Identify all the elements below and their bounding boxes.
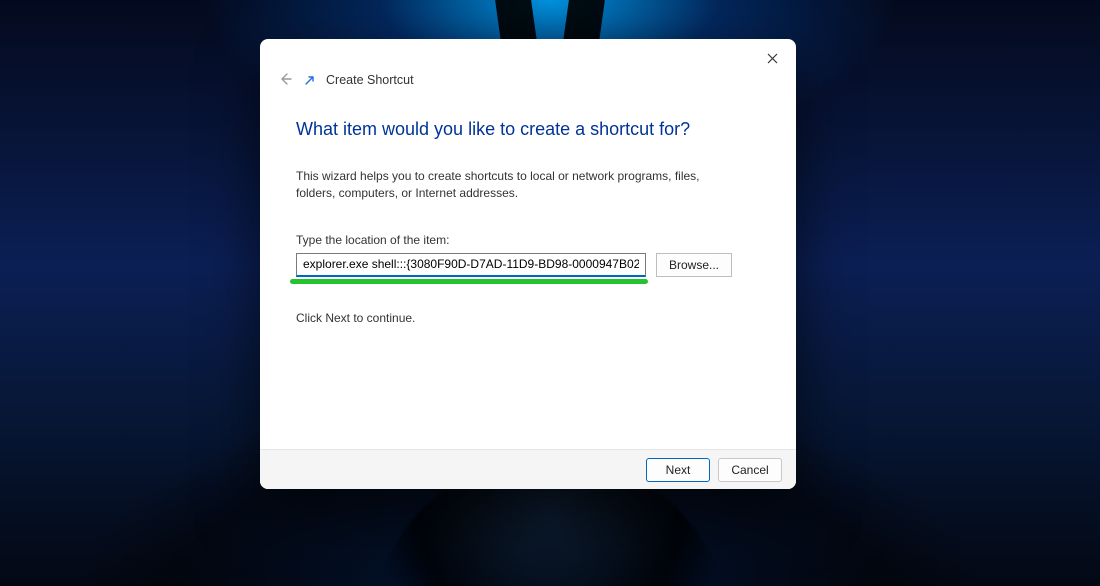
close-icon (767, 51, 778, 67)
cancel-button[interactable]: Cancel (718, 458, 782, 482)
dialog-body: What item would you like to create a sho… (260, 89, 796, 449)
create-shortcut-dialog: Create Shortcut What item would you like… (260, 39, 796, 489)
next-button[interactable]: Next (646, 458, 710, 482)
dialog-footer: Next Cancel (260, 449, 796, 489)
annotation-highlight (290, 279, 648, 284)
dialog-description: This wizard helps you to create shortcut… (296, 168, 726, 203)
browse-button[interactable]: Browse... (656, 253, 732, 277)
item-location-input[interactable] (296, 253, 646, 277)
dialog-title: Create Shortcut (326, 73, 414, 87)
back-button[interactable] (276, 71, 294, 89)
item-location-label: Type the location of the item: (296, 233, 760, 247)
arrow-left-icon (278, 72, 292, 89)
dialog-headline: What item would you like to create a sho… (296, 119, 760, 140)
shortcut-arrow-icon (304, 74, 316, 86)
close-button[interactable] (762, 49, 782, 69)
desktop-background: Create Shortcut What item would you like… (0, 0, 1100, 586)
continue-instruction: Click Next to continue. (296, 311, 760, 325)
